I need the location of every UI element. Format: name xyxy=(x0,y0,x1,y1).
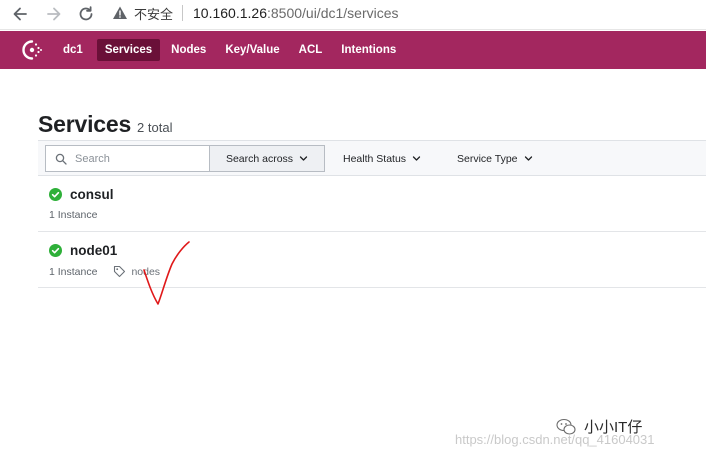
address-bar[interactable]: 不安全 10.160.1.26:8500/ui/dc1/services xyxy=(112,2,399,24)
filter-bar: Search across Health Status Service Type xyxy=(38,140,706,176)
service-name[interactable]: consul xyxy=(49,187,114,202)
back-button[interactable] xyxy=(9,3,31,25)
services-total: 2 total xyxy=(137,120,173,135)
url-path: :8500/ui/dc1/services xyxy=(266,5,399,21)
forward-button[interactable] xyxy=(43,3,65,25)
service-meta: 1 Instance xyxy=(49,209,97,221)
red-checkmark-annotation xyxy=(143,241,190,305)
instance-count: 1 Instance xyxy=(49,265,98,278)
service-row-node01[interactable]: node01 1 Instance nodes xyxy=(38,232,706,288)
warning-icon xyxy=(113,6,127,19)
search-across-dropdown[interactable]: Search across xyxy=(209,145,325,172)
service-type-dropdown[interactable]: Service Type xyxy=(457,145,533,172)
nav-acl[interactable]: ACL xyxy=(291,39,331,61)
datacenter-selector[interactable]: dc1 xyxy=(55,39,91,61)
nav-services[interactable]: Services xyxy=(96,39,161,61)
service-type-label: Service Type xyxy=(457,152,518,165)
consul-top-nav: dc1 Services Nodes Key/Value ACL Intenti… xyxy=(0,31,706,69)
tag-icon xyxy=(114,265,126,278)
service-name-label: consul xyxy=(70,187,114,202)
arrow-right-icon xyxy=(47,7,61,21)
watermark-url: https://blog.csdn.net/qq_41604031 xyxy=(455,432,655,447)
nav-nodes[interactable]: Nodes xyxy=(163,39,214,61)
search-input[interactable] xyxy=(75,152,195,165)
chevron-down-icon xyxy=(299,156,308,161)
instance-count: 1 Instance xyxy=(49,209,98,221)
arrow-left-icon xyxy=(13,7,27,21)
health-status-label: Health Status xyxy=(343,152,407,165)
chevron-down-icon xyxy=(412,156,421,161)
passing-check-icon xyxy=(49,188,62,201)
search-across-label: Search across xyxy=(225,152,294,165)
service-name[interactable]: node01 xyxy=(49,243,117,258)
service-row-consul[interactable]: consul 1 Instance xyxy=(38,176,706,232)
insecure-label: 不安全 xyxy=(134,6,174,22)
service-name-label: node01 xyxy=(70,243,118,258)
nav-key-value[interactable]: Key/Value xyxy=(217,39,287,61)
search-box[interactable] xyxy=(45,145,209,172)
consul-logo-icon[interactable] xyxy=(20,38,44,62)
health-status-dropdown[interactable]: Health Status xyxy=(343,145,421,172)
passing-check-icon xyxy=(49,244,62,257)
chevron-down-icon xyxy=(524,156,532,161)
nav-intentions[interactable]: Intentions xyxy=(333,39,404,61)
page-title: Services xyxy=(38,111,132,137)
page-header: Services 2 total xyxy=(38,111,172,138)
reload-icon xyxy=(79,6,93,21)
address-divider xyxy=(182,5,184,21)
browser-toolbar: 不安全 10.160.1.26:8500/ui/dc1/services xyxy=(0,0,706,30)
reload-button[interactable] xyxy=(75,3,97,25)
search-icon xyxy=(55,153,67,165)
url-host: 10.160.1.26 xyxy=(193,5,267,21)
